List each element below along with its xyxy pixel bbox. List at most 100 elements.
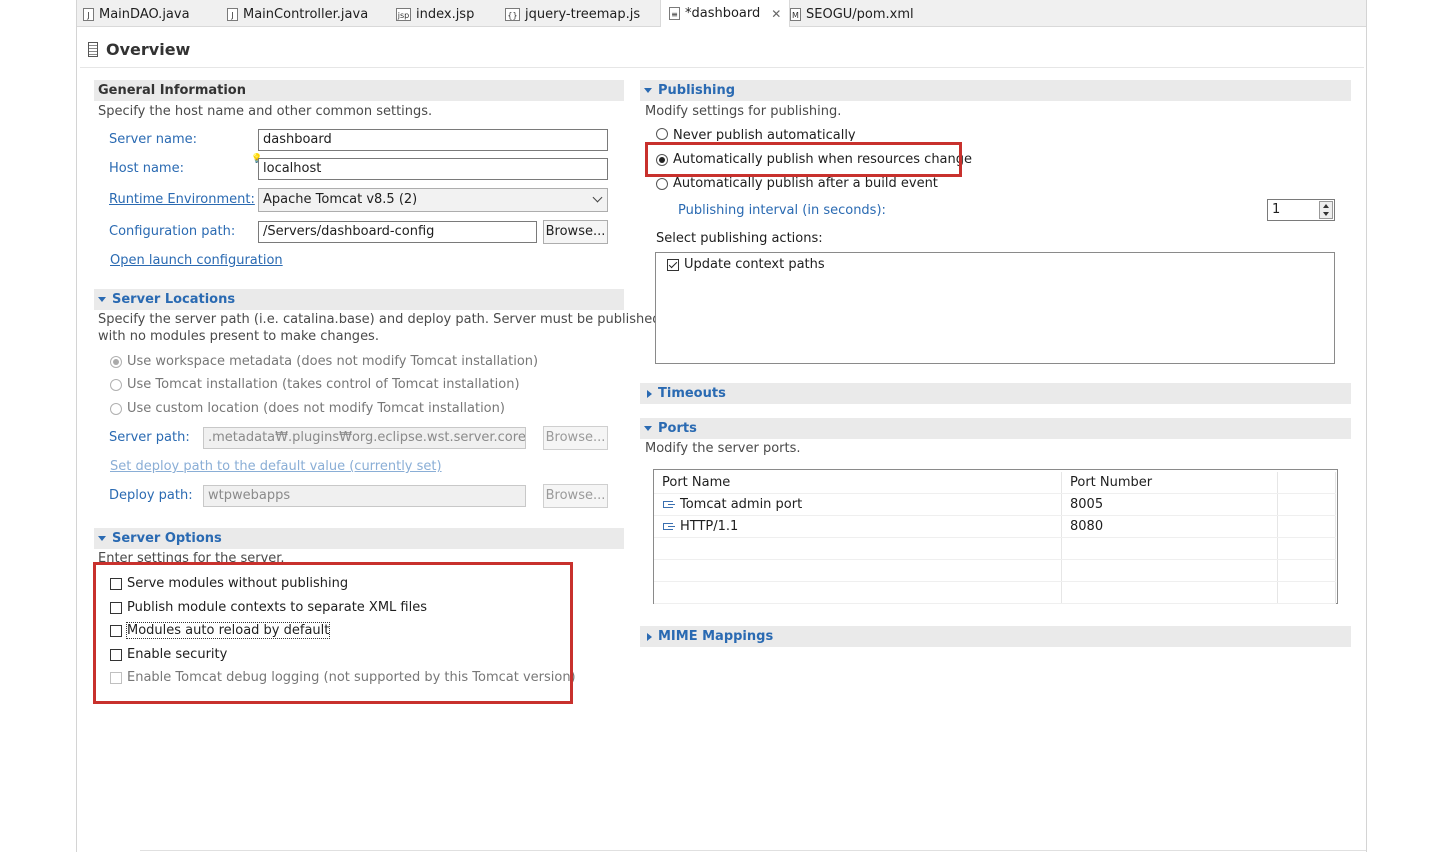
bottom-divider <box>140 850 1366 851</box>
radio-indicator <box>110 355 122 368</box>
mime-mappings-header[interactable]: MIME Mappings <box>640 626 1351 647</box>
empty-cell <box>1277 493 1336 516</box>
tab-pom-xml[interactable]: M SEOGU/pom.xml <box>790 4 914 24</box>
section-title: Server Options <box>112 531 222 546</box>
runtime-value: Apache Tomcat v8.5 (2) <box>263 192 418 207</box>
server-options-header[interactable]: Server Options <box>94 528 624 549</box>
custom-location-radio[interactable]: Use custom location (does not modify Tom… <box>110 401 505 416</box>
collapse-triangle-icon <box>98 297 106 302</box>
server-path-field[interactable]: .metadata₩.plugins₩org.eclipse.wst.serve… <box>203 427 526 449</box>
server-locations-header[interactable]: Server Locations <box>94 289 624 310</box>
port-icon <box>662 521 676 533</box>
tab-jquery-treemap[interactable]: {} jquery-treemap.js <box>505 4 640 24</box>
section-title: Publishing <box>658 83 736 98</box>
tab-label: index.jsp <box>416 6 475 22</box>
chevron-down-icon <box>592 192 603 203</box>
radio-label: Use Tomcat installation (takes control o… <box>127 377 520 392</box>
expand-triangle-icon <box>647 632 652 641</box>
server-path-label: Server path: <box>109 430 190 445</box>
header-divider <box>80 67 1364 68</box>
tab-maincontroller[interactable]: J MainController.java <box>227 4 368 24</box>
expand-triangle-icon <box>647 389 652 398</box>
server-path-browse-button[interactable]: Browse... <box>543 426 608 450</box>
open-launch-config-link[interactable]: Open launch configuration <box>110 253 283 268</box>
java-file-icon: J <box>227 7 238 21</box>
runtime-select[interactable]: Apache Tomcat v8.5 (2) <box>258 188 608 212</box>
desc-line-2: with no modules present to make changes. <box>98 329 379 344</box>
ports-desc: Modify the server ports. <box>645 441 801 456</box>
radio-label: Never publish automatically <box>673 128 856 141</box>
tab-label: MainDAO.java <box>99 6 190 22</box>
general-info-header: General Information <box>94 80 624 101</box>
column-header-port-name[interactable]: Port Name <box>654 472 1062 494</box>
radio-indicator <box>656 128 668 140</box>
update-context-paths-checkbox[interactable]: Update context paths <box>667 257 825 272</box>
publishing-header[interactable]: Publishing <box>640 80 1351 101</box>
tab-dashboard[interactable]: ≡ *dashboard ✕ <box>660 0 791 27</box>
tab-label: SEOGU/pom.xml <box>806 6 914 22</box>
tab-label: jquery-treemap.js <box>525 6 641 22</box>
collapse-triangle-icon <box>644 426 652 431</box>
section-title: Timeouts <box>658 386 726 401</box>
editor-tab-bar: J MainDAO.java J MainController.java jsp… <box>77 0 1366 27</box>
empty-row <box>654 537 1336 560</box>
publishing-actions-label: Select publishing actions: <box>656 231 823 246</box>
close-tab-icon[interactable]: ✕ <box>771 7 781 21</box>
ports-header[interactable]: Ports <box>640 418 1351 439</box>
tomcat-installation-radio[interactable]: Use Tomcat installation (takes control o… <box>110 377 520 392</box>
tab-index-jsp[interactable]: jsp index.jsp <box>396 4 474 24</box>
auto-publish-build-radio[interactable]: Automatically publish after a build even… <box>656 176 938 191</box>
spin-up-icon <box>1323 204 1329 208</box>
collapse-triangle-icon <box>98 536 106 541</box>
port-icon <box>662 499 676 511</box>
port-name-cell: HTTP/1.1 <box>654 515 1062 538</box>
publishing-interval-spinner[interactable]: 1 <box>1267 199 1335 221</box>
editor-left-border <box>76 0 77 852</box>
port-number-cell[interactable]: 8080 <box>1061 515 1278 538</box>
section-title: MIME Mappings <box>658 629 774 644</box>
server-options-desc: Enter settings for the server. <box>98 551 285 562</box>
highlight-box-publishing <box>645 142 962 177</box>
server-name-field[interactable]: dashboard <box>258 129 608 151</box>
config-browse-button[interactable]: Browse... <box>543 220 608 244</box>
tab-maindao[interactable]: J MainDAO.java <box>83 4 190 24</box>
empty-row <box>654 581 1336 604</box>
desc-line-1: Specify the server path (i.e. catalina.b… <box>98 312 661 327</box>
port-number-cell[interactable]: 8005 <box>1061 493 1278 516</box>
section-title: Server Locations <box>112 292 236 307</box>
host-name-label: Host name: <box>109 161 184 176</box>
section-title: Ports <box>658 421 697 436</box>
column-header-port-number[interactable]: Port Number <box>1061 472 1278 494</box>
page-title: Overview <box>106 39 191 59</box>
config-path-field[interactable]: /Servers/dashboard-config <box>258 221 537 243</box>
checkbox-indicator <box>667 258 679 271</box>
table-row[interactable]: Tomcat admin port 8005 <box>654 493 1336 516</box>
workspace-metadata-radio[interactable]: Use workspace metadata (does not modify … <box>110 354 538 369</box>
table-row[interactable]: HTTP/1.1 8080 <box>654 515 1336 538</box>
empty-cell <box>1277 515 1336 538</box>
tab-label: *dashboard <box>685 6 761 21</box>
tab-label: MainController.java <box>243 6 369 22</box>
general-info-desc: Specify the host name and other common s… <box>98 104 433 119</box>
radio-label: Use custom location (does not modify Tom… <box>127 401 505 416</box>
port-name: HTTP/1.1 <box>680 519 739 534</box>
js-file-icon: {} <box>505 7 520 21</box>
spin-down-icon <box>1323 212 1329 216</box>
jsp-file-icon: jsp <box>396 7 411 21</box>
server-doc-icon: ≡ <box>669 7 680 20</box>
runtime-environment-link[interactable]: Runtime Environment: <box>109 192 255 207</box>
spinner-arrows[interactable] <box>1319 201 1333 219</box>
deploy-path-browse-button[interactable]: Browse... <box>543 484 608 508</box>
editor-right-border <box>1366 0 1367 852</box>
ports-table: Port Name Port Number Tomcat admin port … <box>654 472 1336 604</box>
publishing-interval-label: Publishing interval (in seconds): <box>678 203 886 218</box>
table-header-row: Port Name Port Number <box>654 472 1336 494</box>
set-deploy-path-link[interactable]: Set deploy path to the default value (cu… <box>110 459 442 474</box>
radio-indicator <box>656 177 668 190</box>
never-publish-radio[interactable]: Never publish automatically <box>656 128 856 141</box>
radio-indicator <box>110 402 122 415</box>
timeouts-header[interactable]: Timeouts <box>640 383 1351 404</box>
page-header: Overview <box>88 36 190 62</box>
deploy-path-field[interactable]: wtpwebapps <box>203 485 526 507</box>
host-name-field[interactable]: localhost <box>258 158 608 180</box>
